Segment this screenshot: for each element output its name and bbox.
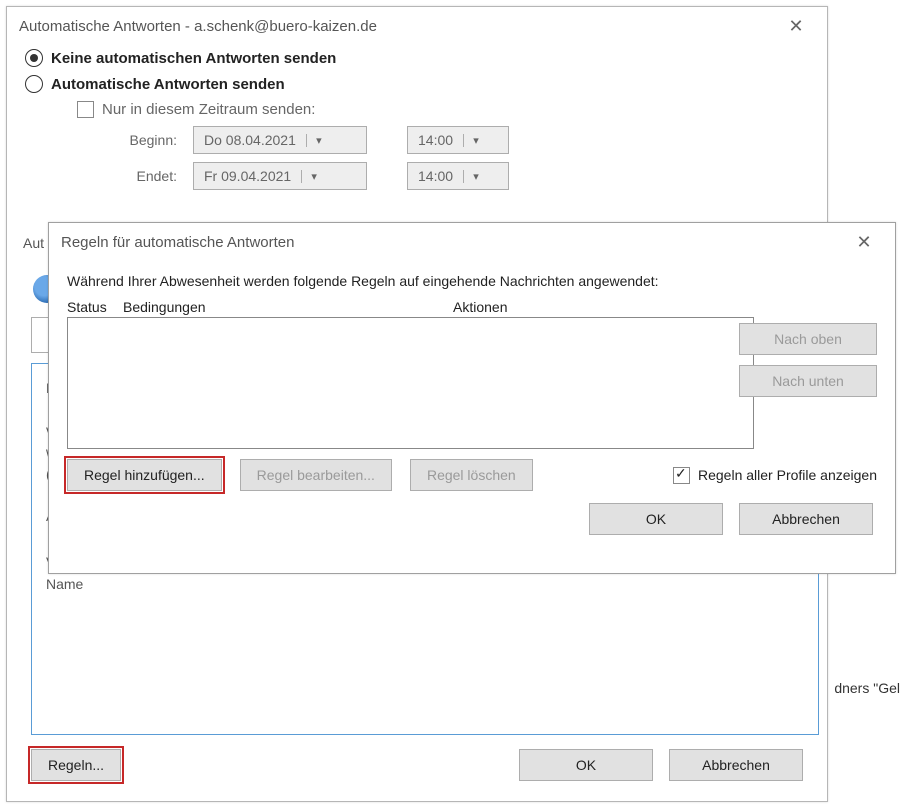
ok-button[interactable]: OK (589, 503, 723, 535)
move-up-button[interactable]: Nach oben (739, 323, 877, 355)
radio-icon (25, 49, 43, 67)
radio-no-autoreply[interactable]: Keine automatischen Antworten senden (7, 45, 827, 71)
rules-reorder-buttons: Nach oben Nach unten (739, 323, 877, 397)
auto-replies-title: Automatische Antworten - a.schenk@buero-… (19, 18, 777, 35)
main-dialog-buttons: Regeln... OK Abbrechen (31, 749, 803, 781)
auto-replies-titlebar: Automatische Antworten - a.schenk@buero-… (7, 7, 827, 45)
only-range-label: Nur in diesem Zeitraum senden: (102, 101, 315, 118)
col-conditions: Bedingungen (123, 299, 453, 315)
chevron-down-icon: ▾ (301, 170, 326, 183)
begin-label: Beginn: (107, 132, 177, 148)
col-status: Status (67, 299, 123, 315)
only-range-checkbox[interactable]: Nur in diesem Zeitraum senden: (7, 97, 827, 122)
end-label: Endet: (107, 168, 177, 184)
rules-action-row: Regel hinzufügen... Regel bearbeiten... … (67, 459, 877, 491)
show-all-profiles-checkbox[interactable]: Regeln aller Profile anzeigen (673, 467, 877, 484)
rules-dialog: Regeln für automatische Antworten ✕ Währ… (48, 222, 896, 574)
end-row: Endet: Fr 09.04.2021 ▾ 14:00 ▾ (7, 158, 827, 194)
end-time-dropdown[interactable]: 14:00 ▾ (407, 162, 509, 190)
checkbox-icon (673, 467, 690, 484)
rules-title: Regeln für automatische Antworten (61, 234, 845, 251)
preview-name: Name (46, 576, 804, 592)
add-rule-button[interactable]: Regel hinzufügen... (67, 459, 222, 491)
cancel-button[interactable]: Abbrechen (739, 503, 873, 535)
end-time-value: 14:00 (408, 168, 463, 184)
rules-list[interactable] (67, 317, 754, 449)
begin-time-dropdown[interactable]: 14:00 ▾ (407, 126, 509, 154)
col-actions: Aktionen (453, 299, 507, 315)
rules-description: Während Ihrer Abwesenheit werden folgend… (67, 273, 877, 289)
begin-row: Beginn: Do 08.04.2021 ▾ 14:00 ▾ (7, 122, 827, 158)
move-down-button[interactable]: Nach unten (739, 365, 877, 397)
radio-no-autoreply-label: Keine automatischen Antworten senden (51, 50, 336, 67)
rules-titlebar: Regeln für automatische Antworten ✕ (49, 223, 895, 261)
cancel-button[interactable]: Abbrechen (669, 749, 803, 781)
rules-dialog-buttons: OK Abbrechen (67, 503, 877, 535)
radio-icon (25, 75, 43, 93)
checkbox-icon (77, 101, 94, 118)
radio-send-autoreply-label: Automatische Antworten senden (51, 76, 285, 93)
begin-date-dropdown[interactable]: Do 08.04.2021 ▾ (193, 126, 367, 154)
tab-label-clip: Aut (23, 235, 44, 251)
end-date-dropdown[interactable]: Fr 09.04.2021 ▾ (193, 162, 367, 190)
end-date-value: Fr 09.04.2021 (194, 168, 301, 184)
begin-date-value: Do 08.04.2021 (194, 132, 306, 148)
show-all-profiles-label: Regeln aller Profile anzeigen (698, 467, 877, 483)
begin-time-value: 14:00 (408, 132, 463, 148)
ok-button[interactable]: OK (519, 749, 653, 781)
edit-rule-button[interactable]: Regel bearbeiten... (240, 459, 392, 491)
rules-button[interactable]: Regeln... (31, 749, 121, 781)
close-icon[interactable]: ✕ (777, 16, 815, 37)
chevron-down-icon: ▾ (463, 170, 488, 183)
radio-send-autoreply[interactable]: Automatische Antworten senden (7, 71, 827, 97)
delete-rule-button[interactable]: Regel löschen (410, 459, 533, 491)
rules-column-headers: Status Bedingungen Aktionen (67, 299, 877, 315)
chevron-down-icon: ▾ (463, 134, 488, 147)
background-text-clip: dners "Gel (834, 680, 900, 696)
chevron-down-icon: ▾ (306, 134, 331, 147)
close-icon[interactable]: ✕ (845, 232, 883, 253)
